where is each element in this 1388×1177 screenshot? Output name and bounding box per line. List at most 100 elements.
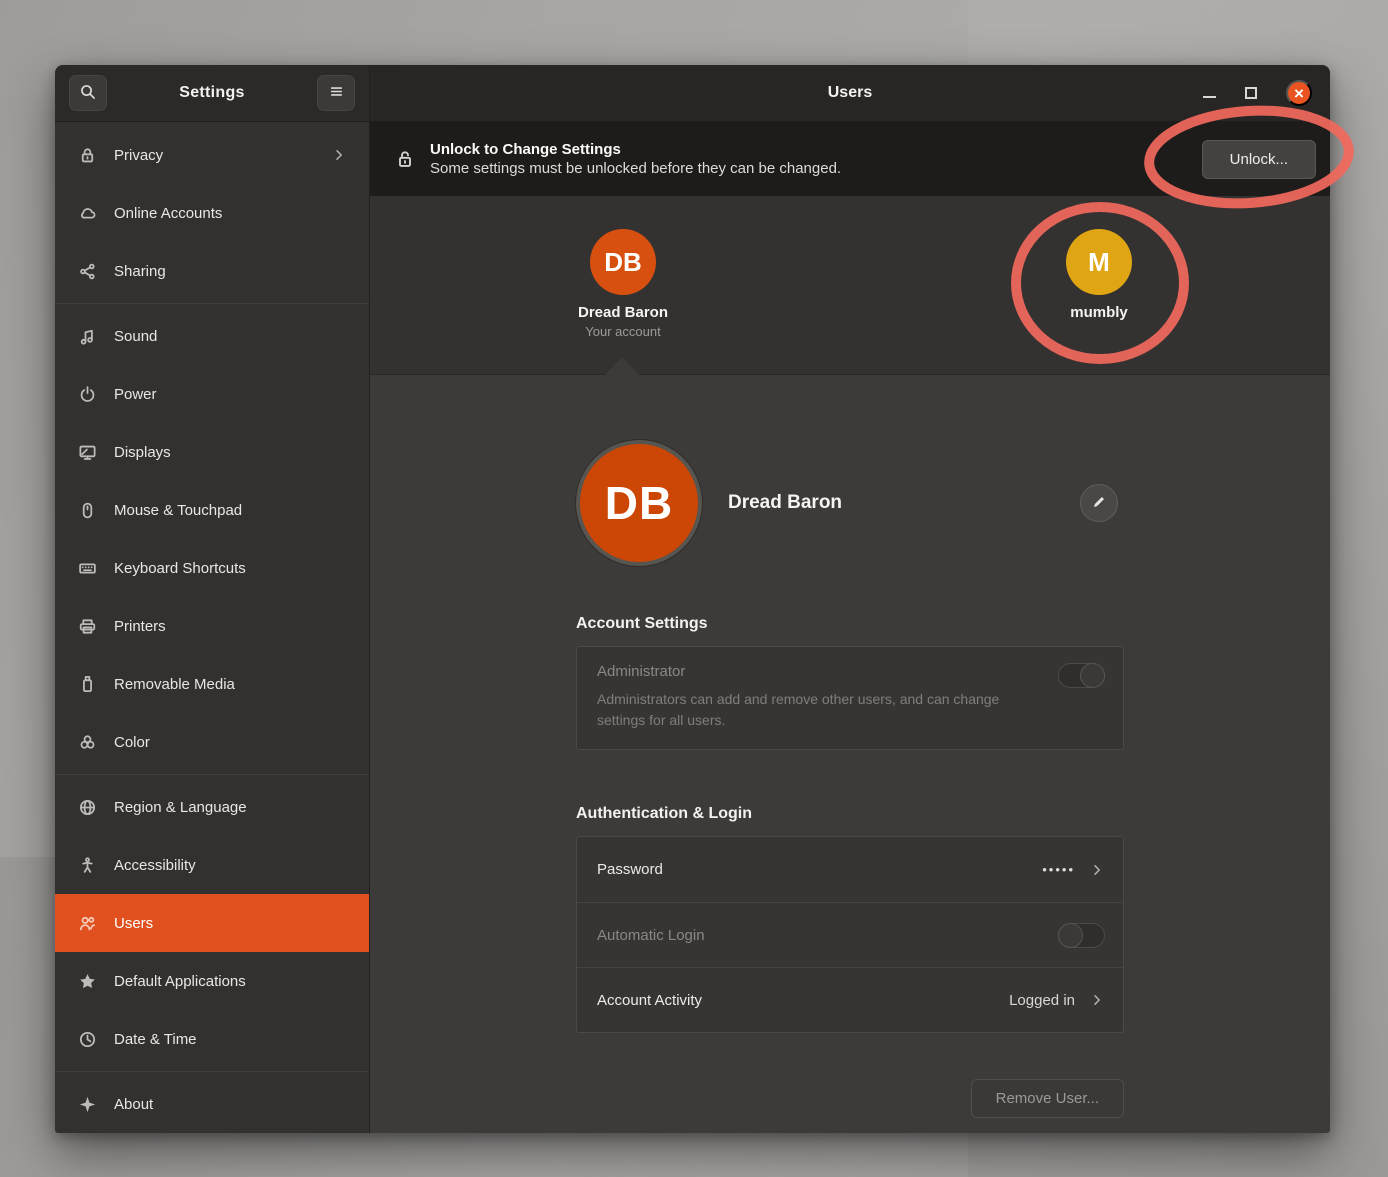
sidebar-item-label: Mouse & Touchpad [114, 502, 242, 519]
close-button[interactable]: × [1286, 80, 1312, 106]
sidebar: Settings Privacy Online Accounts Sharing So… [55, 65, 370, 1133]
password-dots: ••••• [1042, 862, 1075, 877]
sidebar-divider [55, 303, 369, 304]
sidebar-nav: Privacy Online Accounts Sharing SoundPower D… [55, 122, 369, 1133]
main-panel: Users × Unlock to Change Settings Some s… [370, 65, 1330, 1133]
chevron-right-icon [331, 147, 347, 163]
administrator-label: Administrator [597, 663, 1103, 680]
automatic-login-row: Automatic Login [577, 902, 1123, 967]
cloud-icon [77, 203, 97, 223]
globe-icon [77, 797, 97, 817]
administrator-description: Administrators can add and remove other … [597, 689, 1017, 731]
user-name: mumbly [1070, 304, 1128, 321]
user-card-mumbly[interactable]: M mumbly [1009, 229, 1189, 321]
clock-icon [77, 1029, 97, 1049]
avatar: DB [590, 229, 656, 295]
minimize-button[interactable] [1203, 96, 1216, 98]
sidebar-item-accessibility[interactable]: Accessibility [55, 836, 369, 894]
sidebar-item-removable-media[interactable]: Removable Media [55, 655, 369, 713]
sidebar-item-label: Online Accounts [114, 205, 222, 222]
profile-name: Dread Baron [728, 492, 842, 514]
sidebar-item-keyboard-shortcuts[interactable]: Keyboard Shortcuts [55, 539, 369, 597]
sidebar-item-color[interactable]: Color [55, 713, 369, 771]
user-name: Dread Baron [578, 304, 668, 321]
note-icon [77, 326, 97, 346]
sidebar-item-sharing[interactable]: Sharing [55, 242, 369, 300]
sidebar-item-label: Displays [114, 444, 171, 461]
automatic-login-label: Automatic Login [597, 927, 705, 944]
sidebar-item-label: Region & Language [114, 799, 247, 816]
unlock-banner-title: Unlock to Change Settings [430, 141, 841, 158]
power-icon [77, 384, 97, 404]
lock-icon [77, 145, 97, 165]
remove-user-button[interactable]: Remove User... [971, 1079, 1124, 1118]
administrator-toggle[interactable] [1058, 663, 1105, 688]
sidebar-item-label: Color [114, 734, 150, 751]
account-activity-row[interactable]: Account Activity Logged in [577, 967, 1123, 1032]
lock-icon [395, 149, 415, 169]
sidebar-item-online-accounts[interactable]: Online Accounts [55, 184, 369, 242]
unlock-banner-subtitle: Some settings must be unlocked before th… [430, 160, 841, 177]
sidebar-item-users[interactable]: Users [55, 894, 369, 952]
chevron-right-icon [1089, 862, 1105, 878]
sidebar-title: Settings [179, 84, 245, 102]
user-card-dread-baron[interactable]: DB Dread Baron Your account [533, 229, 713, 339]
sparkle-icon [77, 1094, 97, 1114]
automatic-login-toggle[interactable] [1058, 923, 1105, 948]
sidebar-item-label: Sharing [114, 263, 166, 280]
sidebar-item-region-language[interactable]: Region & Language [55, 778, 369, 836]
unlock-button[interactable]: Unlock... [1202, 140, 1316, 179]
sidebar-item-privacy[interactable]: Privacy [55, 126, 369, 184]
sidebar-item-label: About [114, 1096, 153, 1113]
settings-window: Settings Privacy Online Accounts Sharing So… [55, 65, 1330, 1133]
selected-user-notch [605, 357, 639, 375]
sidebar-item-label: Keyboard Shortcuts [114, 560, 246, 577]
sidebar-item-default-applications[interactable]: Default Applications [55, 952, 369, 1010]
profile-avatar[interactable]: DB [576, 440, 702, 566]
sidebar-item-label: Printers [114, 618, 166, 635]
auth-login-box: Password ••••• Automatic Login Accou [576, 836, 1124, 1033]
users-icon [77, 913, 97, 933]
user-detail-panel: DB Dread Baron Account Settings Administ… [370, 375, 1330, 1133]
sidebar-item-about[interactable]: About [55, 1075, 369, 1133]
star-icon [77, 971, 97, 991]
page-title: Users [370, 84, 1330, 102]
search-icon [79, 83, 97, 104]
sidebar-header: Settings [55, 65, 369, 122]
maximize-button[interactable] [1245, 87, 1257, 99]
sidebar-item-label: Removable Media [114, 676, 235, 693]
hamburger-icon [328, 83, 345, 103]
sidebar-item-label: Users [114, 915, 153, 932]
menu-button[interactable] [317, 75, 355, 111]
password-row[interactable]: Password ••••• [577, 837, 1123, 902]
display-icon [77, 442, 97, 462]
edit-name-button[interactable] [1080, 484, 1118, 522]
account-activity-value: Logged in [1009, 992, 1075, 1009]
user-carousel: DB Dread Baron Your account M mumbly [370, 196, 1330, 375]
printer-icon [77, 616, 97, 636]
accessibility-icon [77, 855, 97, 875]
user-caption: Your account [585, 324, 660, 339]
window-controls: × [1203, 80, 1330, 106]
account-activity-label: Account Activity [597, 992, 702, 1009]
sidebar-item-label: Privacy [114, 147, 163, 164]
sidebar-divider [55, 1071, 369, 1072]
sidebar-item-power[interactable]: Power [55, 365, 369, 423]
sidebar-item-date-time[interactable]: Date & Time [55, 1010, 369, 1068]
keyboard-icon [77, 558, 97, 578]
sidebar-divider [55, 774, 369, 775]
sidebar-item-displays[interactable]: Displays [55, 423, 369, 481]
sidebar-item-mouse-touchpad[interactable]: Mouse & Touchpad [55, 481, 369, 539]
color-icon [77, 732, 97, 752]
avatar: M [1066, 229, 1132, 295]
sidebar-item-sound[interactable]: Sound [55, 307, 369, 365]
usb-icon [77, 674, 97, 694]
search-button[interactable] [69, 75, 107, 111]
pencil-icon [1091, 494, 1107, 513]
chevron-right-icon [1089, 992, 1105, 1008]
sidebar-item-label: Default Applications [114, 973, 246, 990]
auth-login-heading: Authentication & Login [576, 805, 1124, 823]
sidebar-item-printers[interactable]: Printers [55, 597, 369, 655]
sidebar-item-label: Date & Time [114, 1031, 197, 1048]
password-label: Password [597, 861, 663, 878]
